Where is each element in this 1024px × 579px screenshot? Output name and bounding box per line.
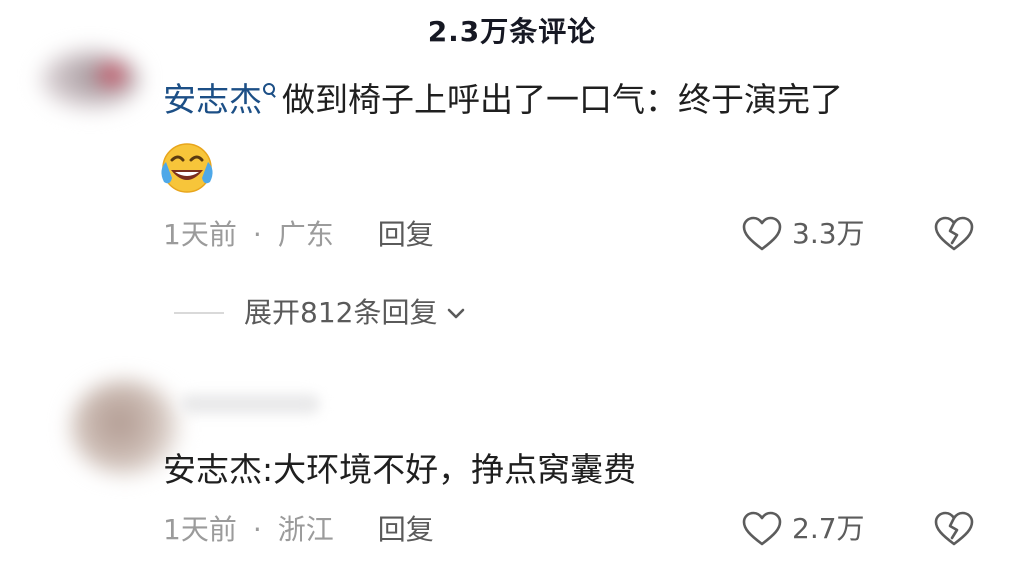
comment-panel: 2.3万条评论 安志杰 做到椅子上呼出了一口气：终于演完了 1天前 · 广东 回复 3.…: [0, 0, 1024, 579]
meta-separator: ·: [252, 513, 262, 546]
comment-text: 安志杰 做到椅子上呼出了一口气：终于演完了: [163, 78, 843, 122]
comment-time: 1天前: [163, 513, 237, 546]
like-button[interactable]: 2.7万: [742, 509, 865, 549]
like-count: 2.7万: [792, 512, 865, 545]
avatar[interactable]: [40, 50, 140, 110]
comment-text: 安志杰:大环境不好，挣点窝囊费: [163, 448, 636, 492]
comment-count-title: 2.3万条评论: [427, 15, 597, 48]
comment-meta: 1天前 · 浙江 回复: [163, 512, 434, 548]
heart-outline-icon: [742, 511, 782, 546]
username-redacted[interactable]: [180, 394, 320, 414]
comment-body: 做到椅子上呼出了一口气：终于演完了: [282, 80, 843, 119]
chevron-down-icon: [448, 308, 465, 319]
comment-location: 广东: [277, 218, 334, 251]
laughing-crying-emoji: [161, 143, 213, 193]
heart-outline-icon: [742, 216, 782, 251]
meta-separator: ·: [252, 218, 262, 251]
comment-time: 1天前: [163, 218, 237, 251]
broken-heart-icon[interactable]: [934, 215, 974, 253]
expand-replies-label: 展开812条回复: [244, 296, 438, 329]
mention-name[interactable]: 安志杰: [163, 80, 262, 119]
comment-body: 安志杰:大环境不好，挣点窝囊费: [163, 450, 637, 489]
divider: [174, 312, 224, 314]
expand-replies-button[interactable]: 展开812条回复: [174, 294, 467, 332]
broken-heart-icon[interactable]: [934, 510, 974, 548]
like-count: 3.3万: [792, 217, 865, 250]
search-icon[interactable]: [262, 82, 276, 102]
comment-location: 浙江: [277, 513, 334, 546]
reply-button[interactable]: 回复: [378, 513, 434, 546]
comment-meta: 1天前 · 广东 回复: [163, 217, 434, 253]
reply-button[interactable]: 回复: [378, 218, 434, 251]
like-button[interactable]: 3.3万: [742, 214, 865, 254]
